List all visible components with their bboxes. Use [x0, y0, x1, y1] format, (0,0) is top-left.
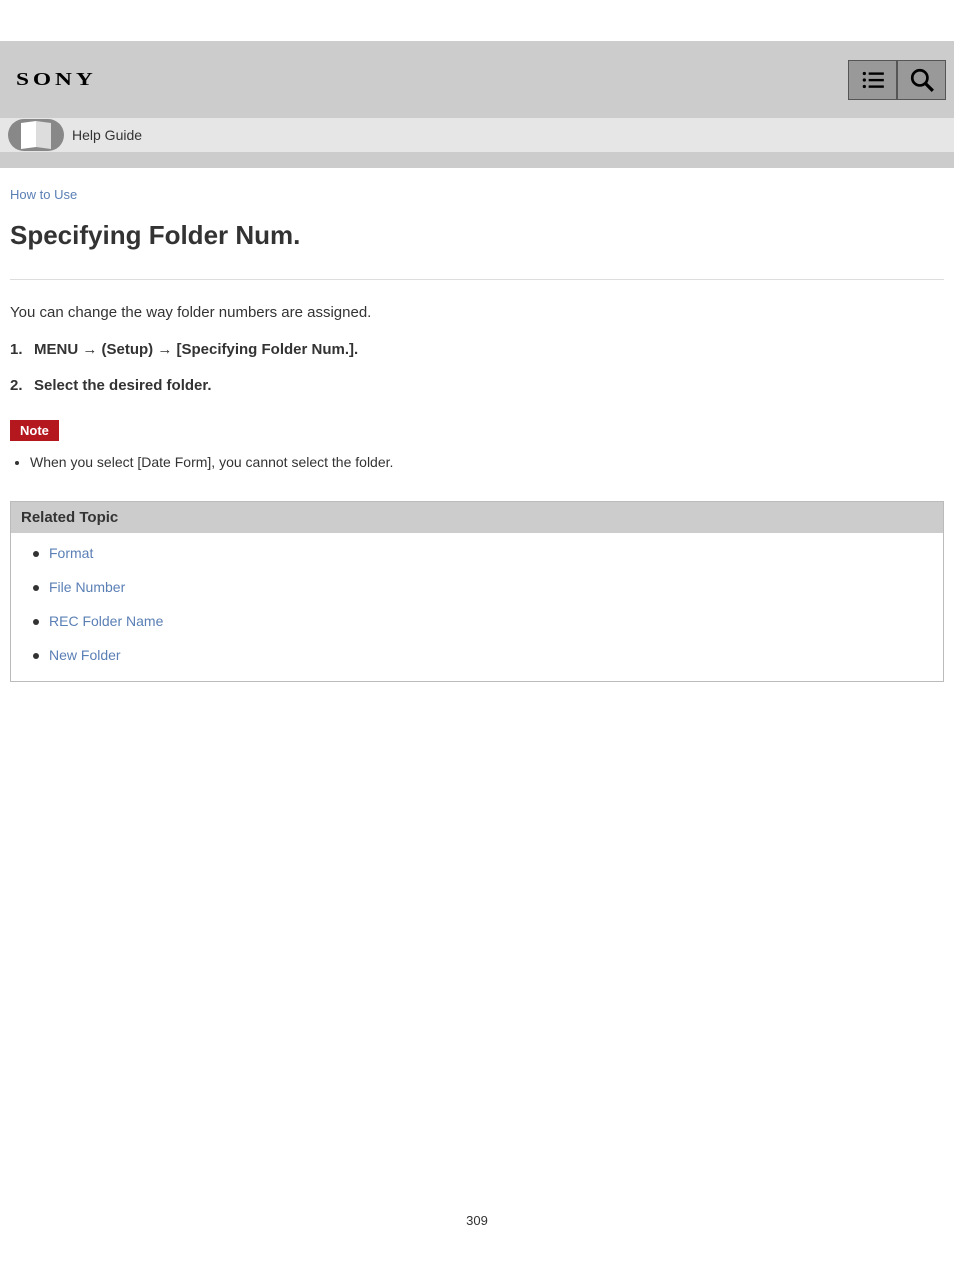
list-icon	[860, 67, 886, 93]
manual-icon	[8, 119, 64, 151]
header-icons	[848, 60, 946, 100]
step-item: MENU → (Setup) → [Specifying Folder Num.…	[10, 339, 944, 362]
related-item: Format	[21, 545, 933, 561]
page-number: 309	[0, 1213, 954, 1228]
related-link-file-number[interactable]: File Number	[49, 579, 125, 595]
steps-list: MENU → (Setup) → [Specifying Folder Num.…	[10, 339, 944, 398]
search-button[interactable]	[897, 60, 946, 100]
product-bar: Help Guide	[0, 118, 954, 152]
page-title: Specifying Folder Num.	[10, 220, 944, 251]
note-item: When you select [Date Form], you cannot …	[30, 451, 944, 473]
main-content: How to Use Specifying Folder Num. You ca…	[0, 168, 954, 682]
related-topic-list: Format File Number REC Folder Name New F…	[21, 545, 933, 663]
related-link-format[interactable]: Format	[49, 545, 93, 561]
note-list: When you select [Date Form], you cannot …	[10, 451, 944, 473]
related-link-new-folder[interactable]: New Folder	[49, 647, 121, 663]
divider	[10, 279, 944, 280]
note-label: Note	[10, 420, 59, 441]
related-topic-box: Related Topic Format File Number REC Fol…	[10, 501, 944, 682]
related-item: File Number	[21, 579, 933, 595]
related-item: REC Folder Name	[21, 613, 933, 629]
gray-strip	[0, 152, 954, 168]
related-link-rec-folder[interactable]: REC Folder Name	[49, 613, 163, 629]
related-item: New Folder	[21, 647, 933, 663]
breadcrumb-link[interactable]: How to Use	[10, 187, 77, 202]
related-topic-header: Related Topic	[11, 502, 943, 533]
step-item: Select the desired folder.	[10, 375, 944, 398]
header-bar: SONY	[0, 41, 954, 118]
menu-button[interactable]	[848, 60, 897, 100]
related-topic-body: Format File Number REC Folder Name New F…	[11, 533, 943, 681]
brand-logo: SONY	[16, 69, 97, 90]
search-icon	[909, 67, 935, 93]
intro-text: You can change the way folder numbers ar…	[10, 302, 944, 325]
product-label: Help Guide	[72, 127, 142, 143]
